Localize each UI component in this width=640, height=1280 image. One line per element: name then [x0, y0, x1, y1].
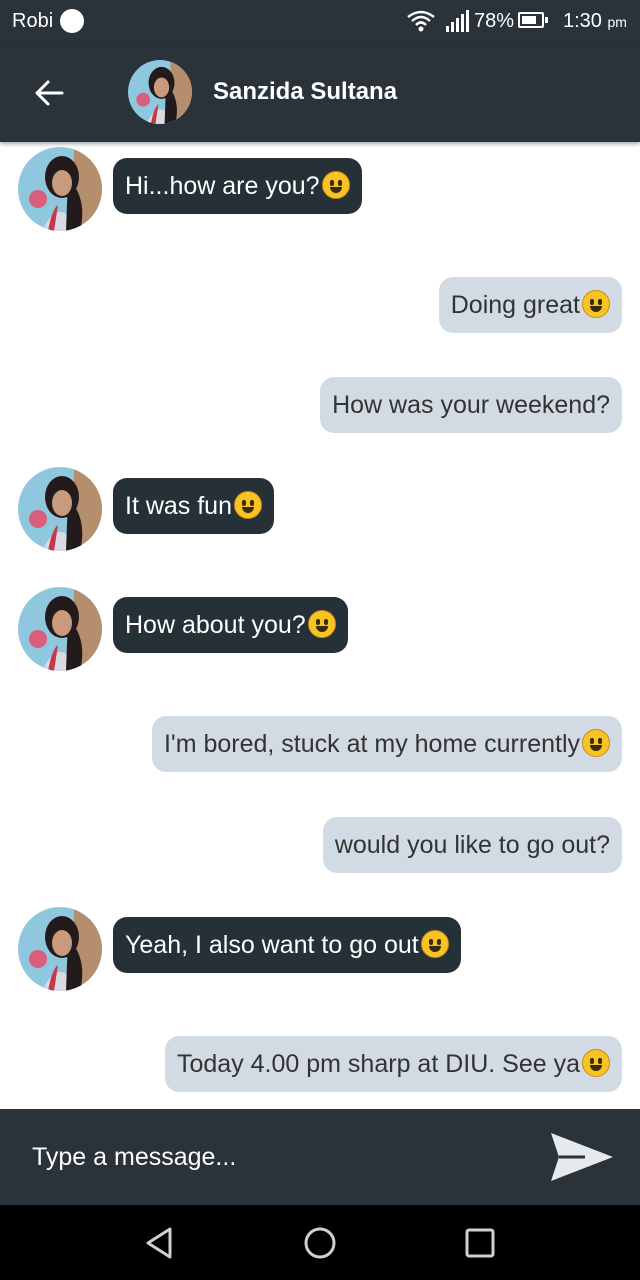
nav-recents-icon[interactable]: [458, 1221, 502, 1265]
avatar-image: [18, 587, 102, 671]
carrier-name: Robi: [12, 10, 54, 32]
message-bubble-incoming[interactable]: How about you?: [113, 597, 348, 653]
message-bubble-outgoing[interactable]: Today 4.00 pm sharp at DIU. See ya: [165, 1036, 622, 1092]
avatar-image: [18, 907, 102, 991]
thinking-face-emoji-icon: [307, 610, 336, 638]
message-bubble-outgoing[interactable]: would you like to go out?: [322, 817, 622, 873]
message-text: How about you?: [125, 611, 306, 639]
message-bubble-incoming[interactable]: Yeah, I also want to go out: [113, 917, 461, 973]
message-bubble-outgoing[interactable]: How was your weekend?: [320, 377, 622, 433]
message-text: Hi...how are you?: [125, 172, 320, 200]
clock: 1:30 pm: [563, 10, 627, 33]
system-nav-bar: [0, 1205, 640, 1280]
arrow-left-icon[interactable]: [32, 76, 66, 110]
notification-dot-icon: [60, 9, 84, 33]
message-text: Yeah, I also want to go out: [125, 931, 419, 959]
message-bubble-incoming[interactable]: Hi...how are you?: [113, 158, 362, 214]
nav-home-icon[interactable]: [298, 1221, 342, 1265]
contact-name[interactable]: Sanzida Sultana: [213, 78, 397, 106]
grimacing-face-emoji-icon: [234, 491, 262, 519]
message-avatar[interactable]: [18, 587, 102, 671]
battery-icon: [518, 12, 548, 28]
message-avatar[interactable]: [18, 467, 102, 551]
contact-avatar[interactable]: [128, 60, 192, 124]
message-input[interactable]: [32, 1137, 512, 1177]
kissing-face-emoji-icon: [582, 1049, 610, 1077]
unamused-face-emoji-icon: [582, 729, 610, 757]
wifi-icon: [407, 10, 435, 32]
avatar-image: [18, 147, 102, 231]
message-text: It was fun: [125, 492, 232, 520]
nav-back-icon[interactable]: [138, 1221, 182, 1265]
clock-time: 1:30: [563, 10, 602, 32]
message-avatar[interactable]: [18, 147, 102, 231]
message-text: Doing great: [450, 291, 580, 319]
chat-header: Sanzida Sultana: [0, 44, 640, 142]
signal-icon: [446, 10, 469, 32]
avatar-image: [128, 60, 192, 124]
grinning-face-emoji-icon: [321, 171, 350, 199]
message-avatar[interactable]: [18, 907, 102, 991]
message-list[interactable]: Hi...how are you? Doing great How was yo…: [0, 142, 640, 1109]
smirking-face-emoji-icon: [582, 290, 610, 318]
message-text: would you like to go out?: [334, 831, 610, 859]
message-text: I'm bored, stuck at my home currently: [163, 730, 580, 758]
message-bubble-incoming[interactable]: It was fun: [113, 478, 274, 534]
message-text: How was your weekend?: [332, 391, 610, 419]
message-text: Today 4.00 pm sharp at DIU. See ya: [177, 1050, 580, 1078]
battery-level: [522, 16, 537, 24]
message-bubble-outgoing[interactable]: Doing great: [438, 277, 622, 333]
grinning-face-emoji-icon: [420, 930, 449, 958]
clock-suffix: pm: [607, 14, 627, 30]
avatar-image: [18, 467, 102, 551]
message-bubble-outgoing[interactable]: I'm bored, stuck at my home currently: [151, 716, 622, 772]
battery-percent: 78%: [474, 10, 515, 32]
status-bar: Robi 78% 1:30 pm: [0, 0, 640, 44]
message-composer: [0, 1109, 640, 1205]
send-icon[interactable]: [545, 1129, 617, 1185]
